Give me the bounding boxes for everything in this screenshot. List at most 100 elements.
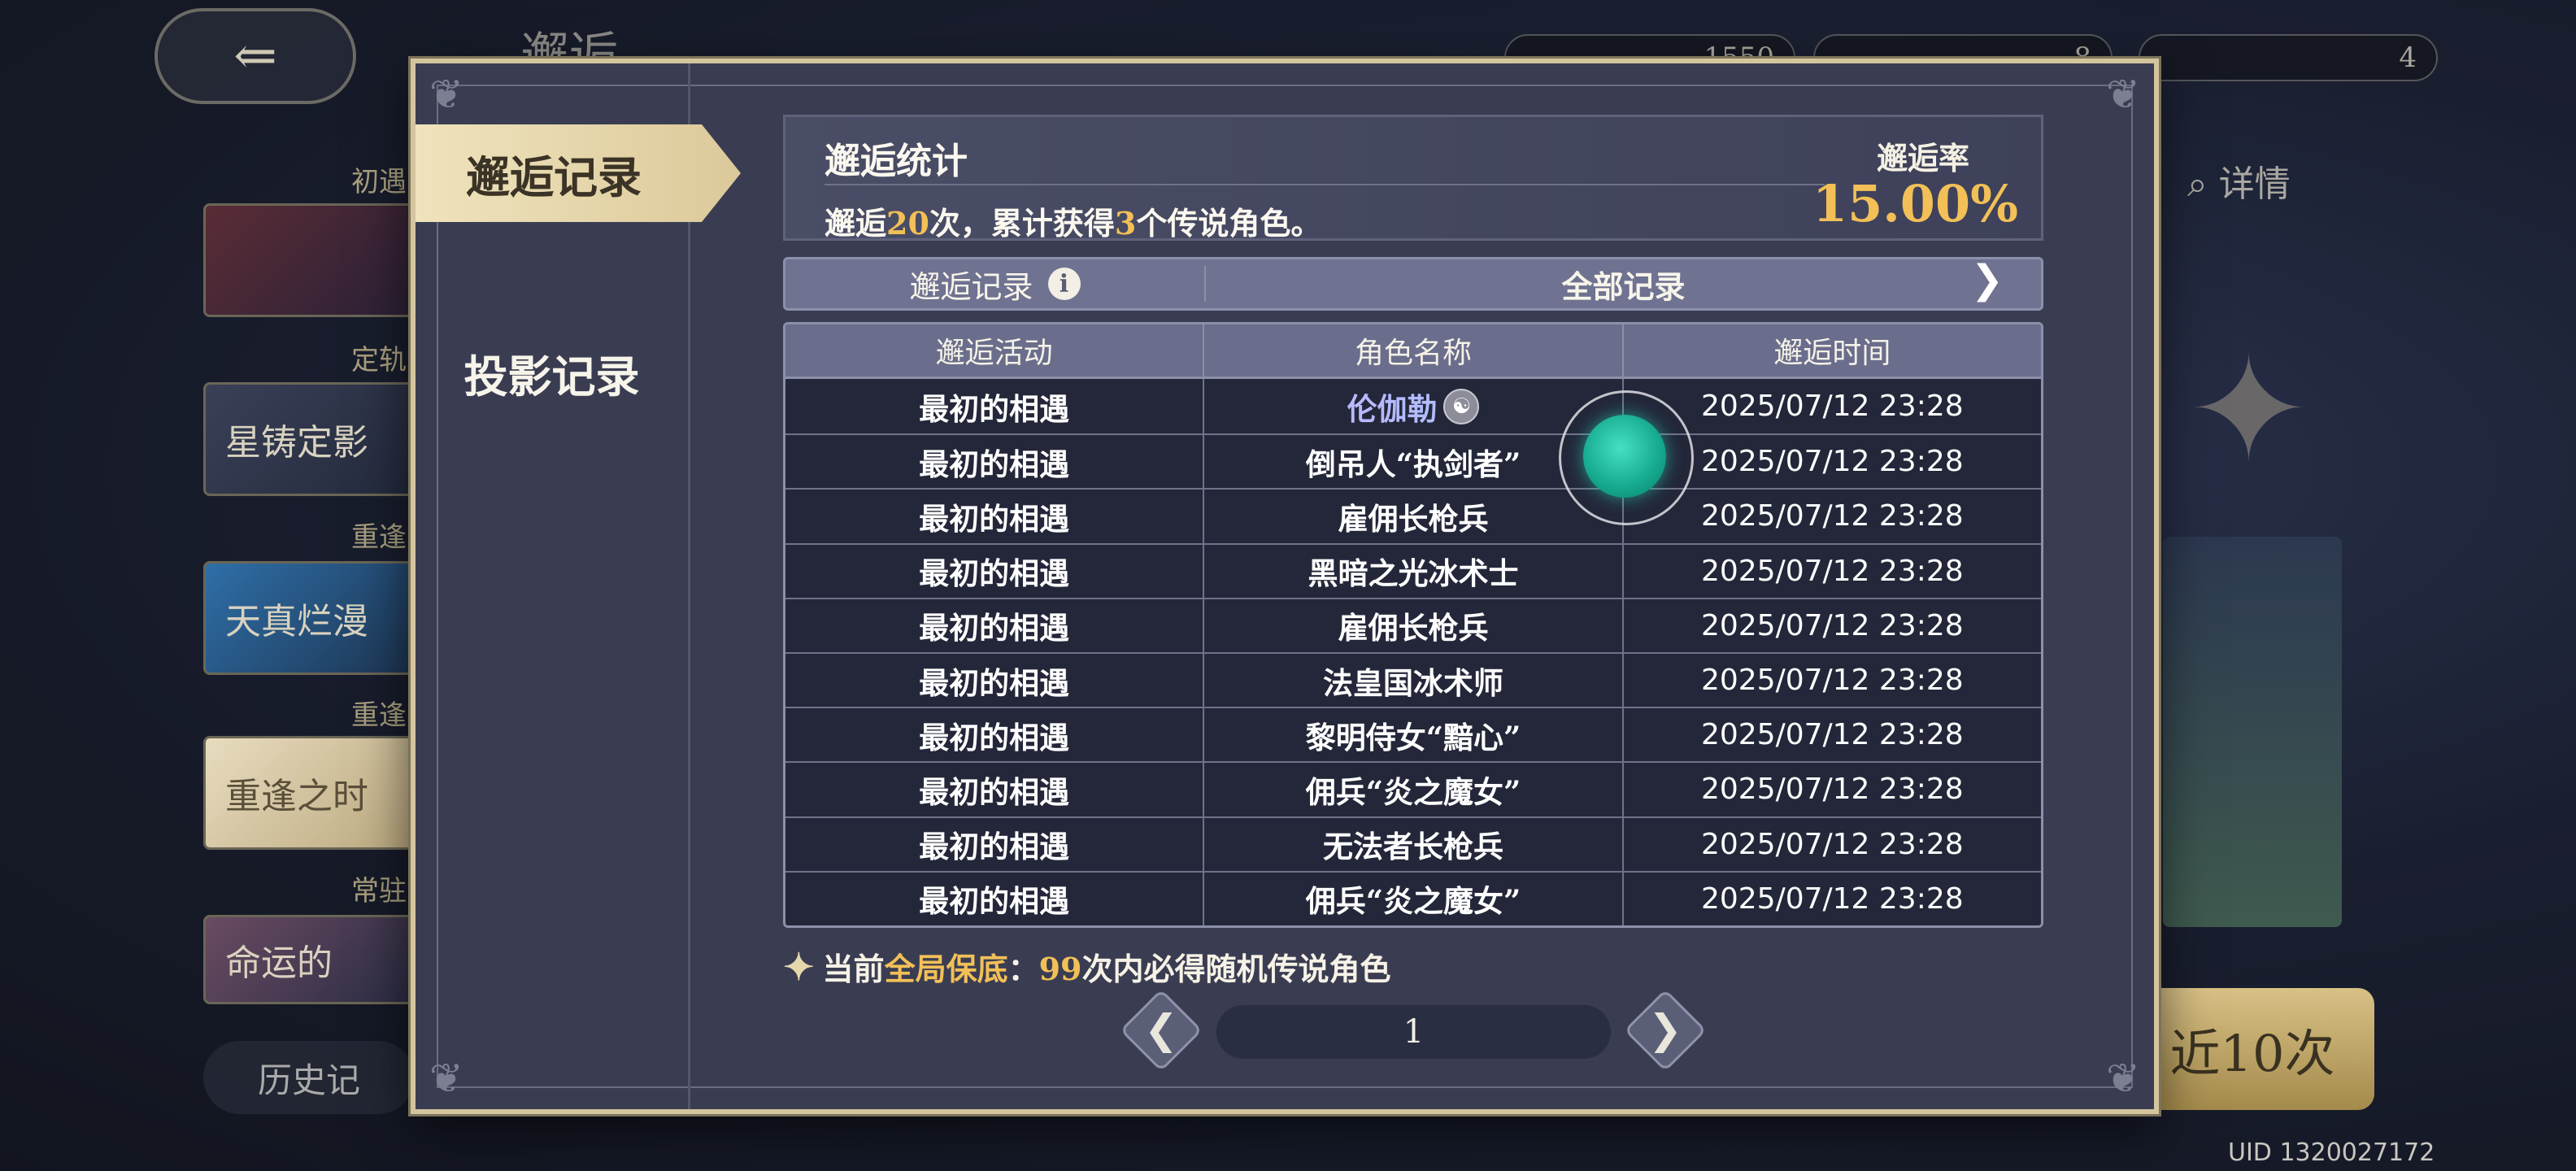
cell-activity: 最初的相遇	[919, 555, 1070, 592]
summon-10-button[interactable]: 近10次	[2130, 988, 2374, 1110]
banner-card-4[interactable]: 重逢之时	[203, 736, 415, 850]
table-body: 最初的相遇 伦伽勒 ☯ 2025/07/12 23:28 最初的相遇 倒吊人“执剑者” 20…	[785, 379, 2041, 925]
tab-column: 邂逅记录 投影记录	[416, 63, 741, 1109]
table-row: 最初的相遇 佣兵“炎之魔女” 2025/07/12 23:28	[785, 870, 2041, 925]
side-tag-4: 重逢	[351, 699, 407, 732]
cell-activity: 最初的相遇	[919, 390, 1070, 427]
column-header-activity: 邂逅活动	[935, 337, 1053, 370]
character-name: 雇佣长枪兵	[1338, 610, 1489, 646]
cell-character-name: 伦伽勒 ☯	[1203, 379, 1621, 434]
filter-label: 邂逅记录 i	[785, 266, 1206, 305]
cell-character-name: 佣兵“炎之魔女”	[1203, 872, 1621, 925]
cell-activity: 最初的相遇	[919, 883, 1070, 920]
touch-indicator-icon	[1583, 415, 1666, 498]
table-row: 最初的相遇 黑暗之光冰术士 2025/07/12 23:28	[785, 542, 2041, 598]
tab-encounter-record[interactable]: 邂逅记录	[416, 124, 741, 222]
chevron-left-icon: ❮	[1144, 1006, 1178, 1053]
cell-time: 2025/07/12 23:28	[1621, 872, 2041, 925]
character-name: 佣兵“炎之魔女”	[1305, 883, 1521, 920]
cell-character-name: 雇佣长枪兵	[1203, 599, 1621, 652]
side-tag-5: 常驻	[351, 875, 407, 908]
side-tag-2: 定轨	[351, 344, 407, 377]
back-button[interactable]: ⇐	[154, 8, 356, 104]
currency-3[interactable]: 4	[2139, 34, 2438, 81]
filter-left-label: 邂逅记录	[909, 268, 1033, 305]
character-name: 雇佣长枪兵	[1338, 500, 1489, 537]
stats-desc-prefix: 邂逅	[825, 205, 887, 242]
banner-card-2[interactable]: 星铸定影	[203, 382, 415, 496]
filter-dropdown[interactable]: 全部记录 ❯	[1206, 257, 2041, 307]
info-icon[interactable]: i	[1047, 268, 1081, 300]
details-link[interactable]: ⌕ 详情	[2187, 155, 2291, 207]
pity-prefix: 当前	[822, 951, 885, 987]
banner-card-1[interactable]	[203, 203, 415, 317]
cell-character-name: 无法者长枪兵	[1203, 817, 1621, 871]
character-name: 黎明侍女“黯心”	[1305, 719, 1521, 755]
cell-activity: 最初的相遇	[919, 610, 1070, 646]
cell-activity: 最初的相遇	[919, 719, 1070, 755]
tab-projection-record[interactable]: 投影记录	[416, 324, 688, 421]
cell-time: 2025/07/12 23:28	[1621, 763, 2041, 816]
records-table: 邂逅活动 角色名称 邂逅时间 最初的相遇 伦伽勒 ☯ 2025/07/12 23:28…	[783, 322, 2043, 928]
banner-deco-icon: ✦	[2187, 325, 2310, 495]
chevron-right-icon: ❯	[1648, 1006, 1682, 1053]
uid-label: UID 1320027172	[2228, 1138, 2435, 1167]
column-header-name: 角色名称	[1203, 324, 1621, 377]
banner-card-5[interactable]: 命运的	[203, 915, 415, 1004]
cell-character-name: 雇佣长枪兵	[1203, 490, 1621, 543]
cell-activity: 最初的相遇	[919, 829, 1070, 865]
character-name: 法皇国冰术师	[1322, 664, 1503, 701]
table-row: 最初的相遇 雇佣长枪兵 2025/07/12 23:28	[785, 597, 2041, 652]
pity-highlight: 全局保底	[884, 951, 1008, 987]
character-name: 佣兵“炎之魔女”	[1305, 773, 1521, 810]
column-header-time: 邂逅时间	[1621, 324, 2041, 377]
stats-summary: 邂逅20次，累计获得3个传说角色。	[825, 198, 1321, 243]
back-arrow-icon: ⇐	[233, 26, 277, 86]
table-row: 最初的相遇 雇佣长枪兵 2025/07/12 23:28	[785, 488, 2041, 543]
corner-ornament-icon: ❦	[2106, 1055, 2140, 1102]
cell-activity: 最初的相遇	[919, 446, 1070, 482]
encounter-record-modal: ❦ ❦ ❦ ❦ 邂逅记录 投影记录 邂逅统计 邂逅20次，累计获得3个传说角色。…	[411, 59, 2159, 1114]
cell-activity: 最初的相遇	[919, 500, 1070, 537]
sparkle-icon: ✦	[783, 944, 815, 989]
cell-character-name: 法皇国冰术师	[1203, 653, 1621, 707]
details-label: 详情	[2218, 163, 2291, 205]
table-row: 最初的相遇 倒吊人“执剑者” 2025/07/12 23:28	[785, 433, 2041, 489]
stats-divider	[825, 184, 1825, 185]
stats-title: 邂逅统计	[825, 141, 968, 182]
cell-time: 2025/07/12 23:28	[1621, 653, 2041, 707]
cell-activity: 最初的相遇	[919, 664, 1070, 701]
rate-value: 15.00%	[1812, 174, 2018, 233]
chevron-right-icon: ❯	[1970, 256, 2004, 303]
table-row: 最初的相遇 黎明侍女“黯心” 2025/07/12 23:28	[785, 707, 2041, 762]
table-row: 最初的相遇 无法者长枪兵 2025/07/12 23:28	[785, 816, 2041, 871]
rate-label: 邂逅率	[1876, 140, 1969, 176]
table-row: 最初的相遇 佣兵“炎之魔女” 2025/07/12 23:28	[785, 761, 2041, 816]
history-button[interactable]: 历史记	[203, 1041, 415, 1114]
character-name: 伦伽勒	[1347, 390, 1438, 427]
banner-card-3[interactable]: 天真烂漫	[203, 561, 415, 675]
magnifier-icon: ⌕	[2187, 163, 2219, 205]
character-name: 倒吊人“执剑者”	[1305, 446, 1521, 482]
cell-time: 2025/07/12 23:28	[1621, 599, 2041, 652]
pity-colon: ：	[1007, 951, 1039, 987]
encounter-stats-panel: 邂逅统计 邂逅20次，累计获得3个传说角色。 邂逅率 15.00%	[783, 115, 2043, 243]
table-row: 最初的相遇 伦伽勒 ☯ 2025/07/12 23:28	[785, 379, 2041, 434]
cell-character-name: 黎明侍女“黯心”	[1203, 708, 1621, 762]
page-indicator: 1	[1216, 1005, 1611, 1059]
cell-character-name: 佣兵“炎之魔女”	[1203, 763, 1621, 816]
side-tag-1: 初遇	[351, 166, 407, 198]
banner-art	[2163, 537, 2342, 927]
pity-info: ✦ 当前全局保底：99次内必得随机传说角色	[783, 944, 1391, 989]
pity-count: 99	[1038, 951, 1082, 987]
cell-time: 2025/07/12 23:28	[1621, 708, 2041, 762]
cell-time: 2025/07/12 23:28	[1621, 817, 2041, 871]
legend-count: 3	[1114, 205, 1137, 242]
character-name: 黑暗之光冰术士	[1308, 555, 1519, 592]
record-filter-bar: 邂逅记录 i 全部记录 ❯	[783, 257, 2043, 311]
table-row: 最初的相遇 法皇国冰术师 2025/07/12 23:28	[785, 651, 2041, 707]
character-name: 无法者长枪兵	[1322, 829, 1503, 865]
stats-desc-mid: 次，累计获得	[929, 205, 1115, 242]
cell-character-name: 黑暗之光冰术士	[1203, 544, 1621, 598]
cell-time: 2025/07/12 23:28	[1621, 490, 2041, 543]
